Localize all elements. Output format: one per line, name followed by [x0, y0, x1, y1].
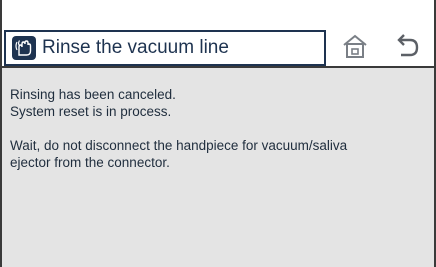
screen-frame: Rinse the vacuum line Rinsing has been c…	[0, 0, 436, 267]
back-icon	[392, 32, 422, 65]
warning-line-2: ejector from the connector.	[10, 155, 170, 170]
top-strip	[2, 0, 434, 30]
page-title: Rinse the vacuum line	[42, 37, 229, 58]
vacuum-handpiece-icon	[12, 36, 36, 60]
home-icon	[340, 32, 370, 65]
title-box: Rinse the vacuum line	[4, 30, 326, 66]
message-area: Rinsing has been canceled. System reset …	[10, 86, 430, 171]
title-bar: Rinse the vacuum line	[2, 30, 434, 68]
back-button[interactable]	[380, 30, 434, 66]
status-line-canceled: Rinsing has been canceled.	[10, 87, 176, 102]
home-button[interactable]	[328, 30, 382, 66]
status-line-reset: System reset is in process.	[10, 104, 172, 119]
warning-line-1: Wait, do not disconnect the handpiece fo…	[10, 138, 348, 153]
